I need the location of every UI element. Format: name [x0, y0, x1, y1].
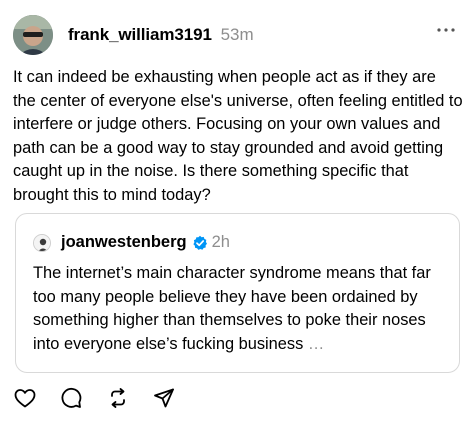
ellipsis-horizontal-icon[interactable]	[435, 23, 457, 37]
comment-icon[interactable]	[59, 386, 83, 410]
author-name[interactable]: frank_william3191	[68, 25, 212, 44]
quoted-author-avatar[interactable]	[33, 233, 51, 252]
author-avatar[interactable]	[13, 15, 53, 55]
post-time: 53m	[220, 25, 254, 44]
quoted-author-name[interactable]: joanwestenberg	[61, 233, 187, 252]
quoted-post-card[interactable]: joanwestenberg 2h The internet’s main ch…	[15, 213, 460, 373]
post-header: frank_william3191 53m	[13, 15, 461, 57]
share-icon[interactable]	[152, 386, 176, 410]
repost-icon[interactable]	[106, 386, 130, 410]
quoted-post-text: The internet’s main character syndrome m…	[33, 262, 448, 356]
verified-badge-icon	[192, 235, 208, 251]
quoted-post-time: 2h	[211, 233, 230, 251]
truncation-ellipsis: …	[307, 334, 325, 353]
quoted-post-header: joanwestenberg 2h	[33, 233, 230, 252]
heart-icon[interactable]	[13, 386, 37, 410]
post-actions	[13, 386, 213, 412]
quoted-post-body: The internet’s main character syndrome m…	[33, 264, 431, 353]
author-line: frank_william3191 53m	[68, 25, 254, 45]
post-text: It can indeed be exhausting when people …	[13, 68, 463, 204]
